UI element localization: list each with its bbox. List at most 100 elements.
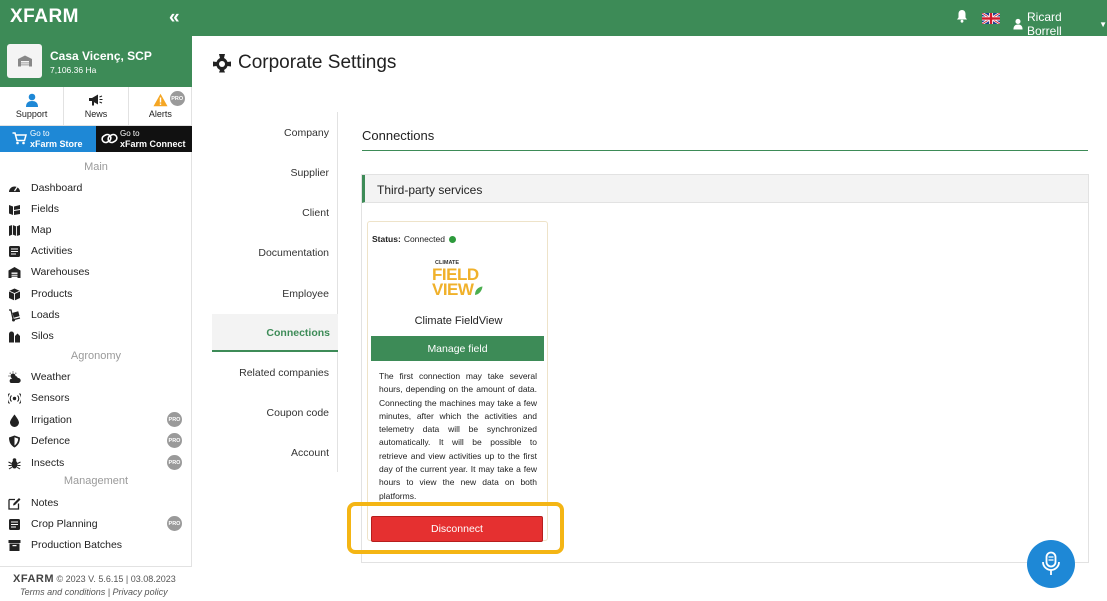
sidebar-item-loads[interactable]: Loads xyxy=(8,307,186,323)
tab-company[interactable]: Company xyxy=(284,127,329,139)
sidebar-item-label: Activities xyxy=(31,245,73,257)
farm-selector[interactable]: Casa Vicenç, SCP 7,106.36 Ha xyxy=(0,36,192,87)
map-icon xyxy=(9,224,20,236)
water-drop-icon xyxy=(10,414,19,427)
section-main: Main xyxy=(84,161,108,173)
caret-down-icon: ▼ xyxy=(1099,19,1107,29)
silo-icon xyxy=(9,331,20,342)
fields-icon xyxy=(9,204,20,215)
sidebar-item-defence[interactable]: Defence PRO xyxy=(8,433,186,449)
footer-version-text: © 2023 V. 5.6.15 | 03.08.2023 xyxy=(56,574,176,584)
footer-links[interactable]: Terms and conditions | Privacy policy xyxy=(20,587,168,597)
tab-client[interactable]: Client xyxy=(302,207,329,219)
status-dot-icon xyxy=(448,235,456,243)
panel-header: Third-party services xyxy=(362,175,1088,203)
sidebar-item-crop-planning[interactable]: Crop Planning PRO xyxy=(8,516,186,532)
store-go-to: Go to xyxy=(30,129,50,138)
sidebar-item-map[interactable]: Map xyxy=(8,222,186,238)
tab-documentation[interactable]: Documentation xyxy=(258,247,329,259)
tab-connections[interactable]: Connections xyxy=(212,314,338,352)
sidebar-item-label: Dashboard xyxy=(31,182,83,194)
xfarm-logo[interactable]: XFARM xyxy=(10,6,79,28)
sidebar-item-label: Products xyxy=(31,288,73,300)
section-agronomy: Agronomy xyxy=(70,350,122,362)
microphone-icon xyxy=(1042,551,1060,575)
box-icon xyxy=(8,288,21,300)
footer-version: XFARM © 2023 V. 5.6.15 | 03.08.2023 xyxy=(13,573,176,585)
sidebar-item-products[interactable]: Products xyxy=(8,286,186,302)
sidebar-item-label: Weather xyxy=(31,371,71,383)
manage-field-button[interactable]: Manage field xyxy=(371,336,544,361)
sidebar-item-weather[interactable]: Weather xyxy=(8,369,186,385)
xfarm-store-button[interactable]: Go to xFarm Store xyxy=(0,126,96,152)
sidebar-item-label: Fields xyxy=(31,203,60,215)
user-menu[interactable]: Ricard Borrell ▼ xyxy=(1013,10,1107,38)
sidebar-item-production-batches[interactable]: Production Batches xyxy=(8,537,186,553)
support-user-icon xyxy=(25,93,38,107)
panel-title: Third-party services xyxy=(377,183,483,197)
tab-account[interactable]: Account xyxy=(291,447,329,459)
uk-flag-icon[interactable] xyxy=(982,13,1000,24)
collapse-sidebar-button[interactable]: « xyxy=(169,7,180,29)
user-name: Ricard Borrell xyxy=(1027,10,1062,38)
support-button[interactable]: Support xyxy=(0,87,65,125)
tab-coupon-code[interactable]: Coupon code xyxy=(267,407,329,419)
farm-area: 7,106.36 Ha xyxy=(50,65,97,75)
pro-badge: PRO xyxy=(169,91,185,106)
sidebar-item-warehouses[interactable]: Warehouses xyxy=(8,264,186,280)
connection-status: Status: Connected xyxy=(372,234,456,244)
sidebar-item-insects[interactable]: Insects PRO xyxy=(8,455,186,471)
sidebar-item-label: Crop Planning xyxy=(31,518,98,530)
farm-name: Casa Vicenç, SCP xyxy=(50,49,152,63)
tab-supplier[interactable]: Supplier xyxy=(290,167,329,179)
disconnect-button[interactable]: Disconnect xyxy=(371,516,543,542)
fieldview-logo: CLIMATE FIELD VIEW xyxy=(432,260,488,300)
store-label: xFarm Store xyxy=(30,139,83,149)
sensor-icon xyxy=(8,392,21,404)
warehouse-icon xyxy=(7,44,42,78)
dashboard-icon xyxy=(9,185,20,192)
sidebar-item-silos[interactable]: Silos xyxy=(8,328,186,344)
connect-go-to: Go to xyxy=(120,129,140,138)
weather-icon xyxy=(8,371,21,383)
service-name: Climate FieldView xyxy=(414,315,503,327)
quick-actions: Support News Alerts PRO xyxy=(0,87,192,126)
tab-employee[interactable]: Employee xyxy=(282,288,329,300)
alerts-button[interactable]: Alerts PRO xyxy=(129,87,192,125)
sidebar-item-notes[interactable]: Notes xyxy=(8,495,186,511)
sidebar-item-activities[interactable]: Activities xyxy=(8,243,186,259)
activities-icon xyxy=(9,245,20,257)
sidebar-item-label: Loads xyxy=(31,309,60,321)
bell-icon[interactable] xyxy=(956,9,968,23)
logo-view: VIEW xyxy=(432,280,474,299)
sidebar-item-irrigation[interactable]: Irrigation PRO xyxy=(8,412,186,428)
sidebar-item-label: Notes xyxy=(31,497,59,509)
warning-icon xyxy=(153,93,168,107)
news-button[interactable]: News xyxy=(64,87,129,125)
archive-icon xyxy=(8,539,21,551)
support-label: Support xyxy=(15,109,48,119)
sidebar-item-label: Irrigation xyxy=(31,414,72,426)
megaphone-icon xyxy=(89,94,103,106)
bug-icon xyxy=(8,457,21,469)
crop-planning-icon xyxy=(9,518,20,530)
status-label: Status: xyxy=(372,234,401,244)
sidebar-item-label: Defence xyxy=(31,435,71,447)
xfarm-connect-button[interactable]: Go to xFarm Connect xyxy=(96,126,192,152)
sidebar-item-dashboard[interactable]: Dashboard xyxy=(8,180,186,196)
sidebar-item-label: Warehouses xyxy=(31,266,90,278)
connections-heading: Connections xyxy=(362,128,435,143)
status-value: Connected xyxy=(403,234,445,244)
settings-icon xyxy=(213,54,231,73)
hand-truck-icon xyxy=(9,308,21,321)
sidebar-item-label: Silos xyxy=(31,330,54,342)
sidebar-item-fields[interactable]: Fields xyxy=(8,201,186,217)
settings-tabs: Company Supplier Client Documentation Em… xyxy=(212,112,338,472)
heading-divider xyxy=(362,150,1088,151)
pro-badge: PRO xyxy=(167,412,182,427)
sidebar-item-sensors[interactable]: Sensors xyxy=(8,390,186,406)
voice-assistant-button[interactable] xyxy=(1027,540,1075,588)
edit-icon xyxy=(8,497,21,510)
tab-related-companies[interactable]: Related companies xyxy=(239,367,329,379)
shield-icon xyxy=(9,435,20,447)
